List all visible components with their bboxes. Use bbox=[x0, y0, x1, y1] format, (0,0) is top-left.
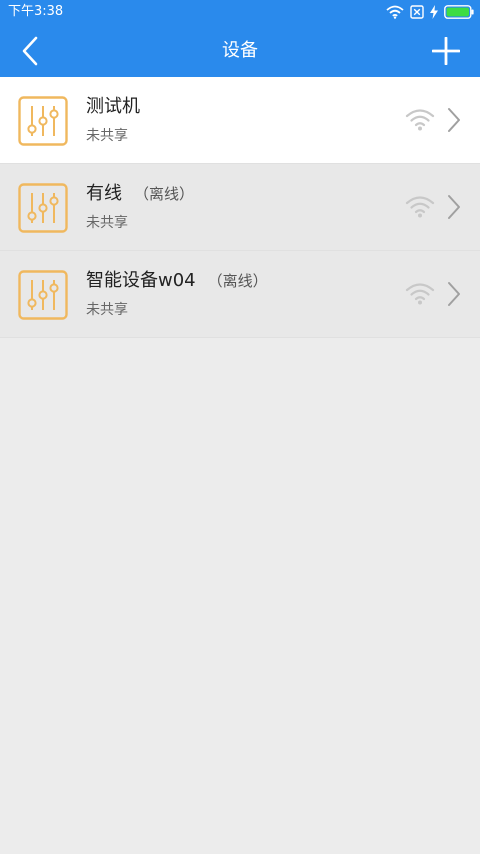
device-row[interactable]: 智能设备w04 （离线） 未共享 bbox=[0, 251, 480, 338]
sliders-icon bbox=[18, 183, 68, 233]
status-time: 下午3:38 bbox=[8, 4, 64, 19]
device-name-line: 智能设备w04 （离线） bbox=[86, 269, 268, 293]
device-row[interactable]: 有线 （离线） 未共享 bbox=[0, 164, 480, 251]
signal-wifi-icon bbox=[405, 109, 435, 131]
signal-wifi-icon bbox=[405, 196, 435, 218]
wifi-icon bbox=[386, 5, 404, 19]
sliders-icon bbox=[18, 270, 68, 320]
page-title: 设备 bbox=[222, 40, 258, 61]
app-bar: 设备 bbox=[0, 24, 480, 77]
plus-icon bbox=[432, 37, 460, 65]
device-name-line: 测试机 bbox=[86, 95, 152, 119]
back-chevron-icon bbox=[22, 36, 38, 66]
status-bar: 下午3:38 bbox=[0, 0, 480, 24]
device-row[interactable]: 测试机 未共享 bbox=[0, 77, 480, 164]
status-icons bbox=[386, 3, 474, 21]
battery-icon bbox=[444, 5, 474, 19]
device-status: （离线） bbox=[134, 185, 195, 203]
charging-bolt-icon bbox=[430, 5, 438, 19]
chevron-right-icon bbox=[448, 282, 460, 306]
add-device-button[interactable] bbox=[426, 32, 466, 70]
device-name: 测试机 bbox=[86, 96, 140, 117]
back-button[interactable] bbox=[10, 32, 50, 70]
device-list: 测试机 未共享 有线 （离线） 未共享 智能设备w04 （离线） 未共享 bbox=[0, 77, 480, 338]
device-share-status: 未共享 bbox=[86, 302, 128, 318]
chevron-right-icon bbox=[448, 195, 460, 219]
device-share-status: 未共享 bbox=[86, 215, 128, 231]
sim-x-icon bbox=[410, 5, 424, 19]
device-name-line: 有线 （离线） bbox=[86, 182, 194, 206]
device-name: 有线 bbox=[86, 183, 122, 204]
chevron-right-icon bbox=[448, 108, 460, 132]
device-name: 智能设备w04 bbox=[86, 270, 196, 291]
device-share-status: 未共享 bbox=[86, 128, 128, 144]
signal-wifi-icon bbox=[405, 283, 435, 305]
device-status: （离线） bbox=[207, 272, 268, 290]
sliders-icon bbox=[18, 96, 68, 146]
